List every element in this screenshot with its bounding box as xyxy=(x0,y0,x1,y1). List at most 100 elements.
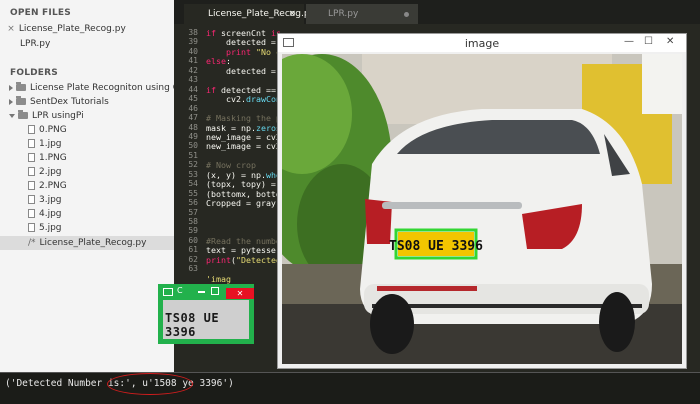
minimize-icon[interactable]: — xyxy=(624,36,634,47)
code-token: cv2. xyxy=(206,94,246,105)
console-panel[interactable]: ('Detected Number is:', u'1508 ye 3396') xyxy=(0,372,700,404)
unsaved-dot-icon xyxy=(404,12,409,17)
tab-label: LPR.py xyxy=(328,9,359,19)
python-file-icon: /* xyxy=(28,238,36,248)
line-number: 51 xyxy=(188,150,198,160)
file-label: 4.jpg xyxy=(39,209,62,219)
cropped-plate-text: TS08 UE 3396 xyxy=(165,311,220,339)
line-number: 58 xyxy=(188,217,198,226)
maximize-icon[interactable]: ☐ xyxy=(644,36,653,47)
file-label: 1.PNG xyxy=(39,153,67,163)
file-item-selected[interactable]: /* License_Plate_Recog.py xyxy=(0,236,174,251)
file-label: 2.jpg xyxy=(39,167,62,177)
highlight-circle xyxy=(107,373,193,395)
line-number: 59 xyxy=(188,226,198,236)
line-number: 50 xyxy=(188,141,198,151)
minimize-icon[interactable] xyxy=(198,291,205,293)
chevron-down-icon[interactable] xyxy=(9,113,15,118)
cropped-plate-image: TS08 UE 3396 xyxy=(163,300,249,339)
file-icon xyxy=(28,167,35,176)
crop-window-titlebar[interactable]: C ✕ xyxy=(160,286,254,299)
file-label: License_Plate_Recog.py xyxy=(39,238,147,248)
file-item[interactable]: 4.jpg xyxy=(0,207,174,221)
file-label: 0.PNG xyxy=(39,125,67,135)
line-number: 61 xyxy=(188,245,198,255)
code-token: print xyxy=(206,254,231,265)
code-token: "Detected xyxy=(235,254,281,265)
image-window[interactable]: image — ☐ ✕ TS08 UE 3396 xyxy=(277,33,687,369)
file-item[interactable]: 0.PNG xyxy=(0,123,174,137)
line-number: 48 xyxy=(188,122,198,132)
tab-license-plate-recog[interactable]: License_Plate_Recog.py × xyxy=(184,4,315,24)
file-item[interactable]: 1.PNG xyxy=(0,151,174,165)
crop-window[interactable]: C ✕ TS08 UE 3396 xyxy=(158,284,254,344)
open-file-label: LPR.py xyxy=(20,39,51,49)
file-item[interactable]: 5.jpg xyxy=(0,221,174,235)
file-label: 5.jpg xyxy=(39,223,62,233)
sidebar: OPEN FILES × License_Plate_Recog.py LPR.… xyxy=(0,0,174,372)
folders-header: FOLDERS xyxy=(10,68,58,78)
plate-text: TS08 UE 3396 xyxy=(389,239,483,254)
chevron-right-icon[interactable] xyxy=(9,84,13,91)
file-item[interactable]: 2.PNG xyxy=(0,179,174,193)
line-number: 62 xyxy=(188,254,198,264)
maximize-icon[interactable] xyxy=(211,287,219,295)
line-number: 39 xyxy=(188,37,198,47)
close-icon[interactable]: × xyxy=(6,22,16,36)
file-label: 3.jpg xyxy=(39,195,62,205)
open-file-label: License_Plate_Recog.py xyxy=(18,24,126,34)
line-number: 56 xyxy=(188,198,198,208)
file-icon xyxy=(28,139,35,148)
code-line: detected = 1 xyxy=(206,66,286,76)
tab-bar: License_Plate_Recog.py × LPR.py xyxy=(174,0,700,24)
folder-item[interactable]: SentDex Tutorials xyxy=(0,95,174,109)
line-number: 57 xyxy=(188,207,198,217)
open-files-header: OPEN FILES xyxy=(10,8,71,18)
line-number: 44 xyxy=(188,84,198,94)
crop-window-title: C xyxy=(177,286,183,295)
open-file-item[interactable]: LPR.py xyxy=(0,37,174,51)
code-line: Cropped = gray[ xyxy=(206,198,281,208)
folder-label: License Plate Recogniton using OpenCv a xyxy=(30,83,174,93)
file-icon xyxy=(28,181,35,190)
code-line: print("Detected xyxy=(206,255,281,265)
code-token: detected = xyxy=(206,65,281,76)
line-number: 41 xyxy=(188,56,198,66)
code-line: new_image = cv2. xyxy=(206,141,286,151)
line-number: 63 xyxy=(188,264,198,274)
line-number: 60 xyxy=(188,235,198,245)
file-icon xyxy=(28,223,35,232)
file-item[interactable]: 2.jpg xyxy=(0,165,174,179)
file-item[interactable]: 1.jpg xyxy=(0,137,174,151)
tab-lpr[interactable]: LPR.py xyxy=(306,4,418,24)
file-item[interactable]: 3.jpg xyxy=(0,193,174,207)
tab-label: License_Plate_Recog.py xyxy=(208,9,315,19)
close-icon[interactable]: ✕ xyxy=(226,288,254,299)
code-token: new_image = cv2. xyxy=(206,141,286,152)
line-number: 42 xyxy=(188,65,198,75)
folder-item[interactable]: License Plate Recogniton using OpenCv a xyxy=(0,81,174,95)
line-number: 38 xyxy=(188,28,198,37)
file-icon xyxy=(28,195,35,204)
line-number: 49 xyxy=(188,131,198,141)
line-number: 53 xyxy=(188,169,198,179)
line-number: 43 xyxy=(188,75,198,85)
open-file-item[interactable]: × License_Plate_Recog.py xyxy=(0,22,174,36)
chevron-right-icon[interactable] xyxy=(9,98,13,105)
image-window-titlebar[interactable]: image — ☐ ✕ xyxy=(278,34,686,52)
line-number: 40 xyxy=(188,46,198,56)
close-icon[interactable]: ✕ xyxy=(666,36,674,47)
line-number: 47 xyxy=(188,113,198,123)
folder-icon xyxy=(16,82,26,91)
console-suffix: ) xyxy=(228,378,234,389)
folder-item[interactable]: LPR usingPi xyxy=(0,109,174,123)
file-icon xyxy=(28,125,35,134)
folder-icon xyxy=(16,96,26,105)
line-number: 52 xyxy=(188,160,198,170)
file-icon xyxy=(28,153,35,162)
code-token: Cropped = gray[ xyxy=(206,198,281,209)
file-label: 1.jpg xyxy=(39,139,62,149)
close-icon[interactable]: × xyxy=(288,4,296,24)
line-number: 46 xyxy=(188,103,198,113)
car-photo: TS08 UE 3396 xyxy=(282,54,682,364)
